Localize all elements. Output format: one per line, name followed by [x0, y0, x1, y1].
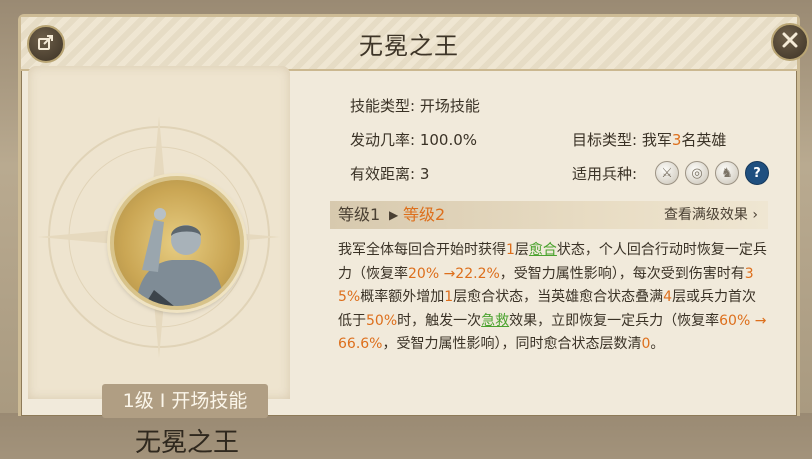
desc-text: 我军全体每回合开始时获得 [338, 242, 506, 258]
sword-icon[interactable]: ⚔ [655, 161, 679, 185]
desc-text: 层 [514, 242, 529, 258]
troop-type-label: 适用兵种: [572, 165, 638, 183]
close-button[interactable] [771, 23, 809, 61]
desc-text: ，受智力属性影响），每次受到伤害时有 [499, 265, 745, 282]
close-icon [782, 31, 798, 53]
desc-text: ，受智力属性影响），同时愈合状态层数清 [382, 336, 642, 352]
trigger-rate-label: 发动几率: [350, 131, 416, 149]
desc-text: 。 [650, 336, 665, 352]
view-full-level-button[interactable]: 查看满级效果 › [664, 201, 758, 229]
chevron-right-icon: ▶ [389, 208, 399, 222]
range-row: 有效距离: 3 [350, 163, 429, 184]
level-next[interactable]: 等级2 [403, 201, 445, 229]
page-title: 无冕之王 [359, 32, 459, 60]
desc-number: 50% [366, 312, 398, 329]
desc-text: 层愈合状态，当英雄愈合状态叠满 [453, 289, 664, 305]
desc-number: 1 [506, 242, 515, 258]
desc-number: 4 [663, 289, 673, 305]
desc-text: 时，触发一次 [397, 312, 482, 329]
troop-icons: ⚔ ◎ ♞ ? [655, 161, 769, 185]
view-full-level-label: 查看满级效果 [663, 207, 748, 223]
level-current[interactable]: 等级1 [338, 201, 380, 229]
horse-icon[interactable]: ♞ [715, 161, 739, 185]
desc-text: 效果，立即恢复一定兵力（恢复率 [509, 312, 720, 329]
desc-number: 20% →22.2% [408, 265, 500, 282]
desc-keyword-firstaid[interactable]: 急救 [481, 313, 509, 329]
target-type-pre: 我军 [641, 131, 672, 149]
shield-icon[interactable]: ◎ [685, 161, 709, 185]
skill-card: 1级 I 开场技能 无冕之王 [28, 66, 290, 458]
skill-name: 无冕之王 [134, 428, 239, 458]
help-icon[interactable]: ? [745, 161, 769, 185]
target-type-post: 名英雄 [681, 131, 727, 149]
range-label: 有效距离: [350, 165, 416, 183]
target-type-row: 目标类型: 我军3名英雄 [572, 129, 726, 150]
skill-description: 我军全体每回合开始时获得1层愈合状态，个人回合行动时恢复一定兵力（恢复率20% … [338, 239, 770, 357]
skill-type-value: 开场技能 [419, 97, 480, 115]
target-count: 3 [671, 131, 682, 149]
trigger-rate-row: 发动几率: 100.0% [350, 129, 477, 150]
skill-type-label: 技能类型: [350, 97, 416, 115]
range-value: 3 [419, 165, 430, 183]
desc-number: 1 [444, 289, 454, 305]
level-bar: 等级1 ▶ 等级2 查看满级效果 › [330, 201, 768, 229]
skill-type-row: 技能类型: 开场技能 [350, 95, 480, 116]
chevron-right-icon: › [752, 207, 758, 223]
hero-portrait [110, 176, 244, 310]
title-bar: 无冕之王 [21, 17, 809, 71]
hero-figure-icon [136, 208, 224, 306]
desc-keyword-heal[interactable]: 愈合 [529, 242, 557, 258]
trigger-rate-value: 100.0% [419, 131, 478, 149]
desc-text: 概率额外增加 [360, 289, 445, 305]
target-type-label: 目标类型: [572, 131, 638, 149]
